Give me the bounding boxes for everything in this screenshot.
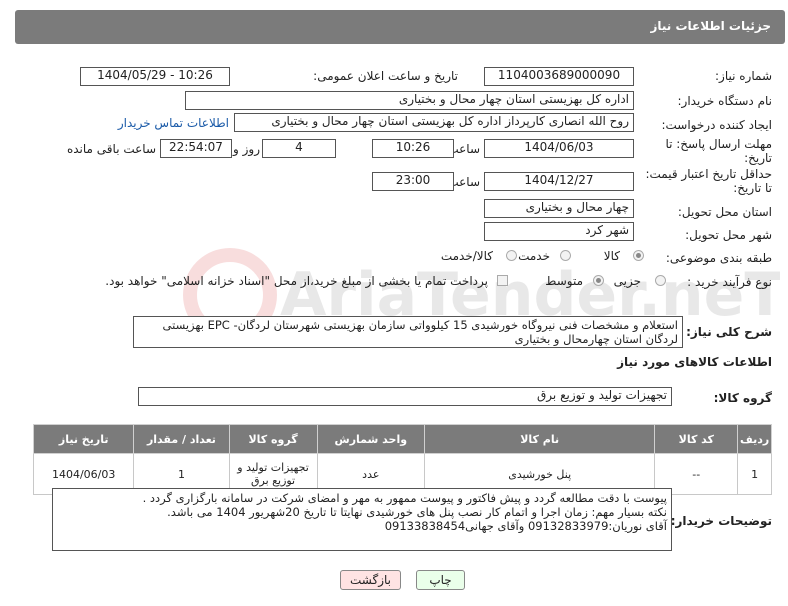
deadline-time-field: 10:26 — [372, 139, 454, 158]
process-minor-label: جزیی — [613, 274, 641, 288]
col-name-header: نام کالا — [424, 424, 656, 454]
days-count-field: 4 — [262, 139, 336, 158]
category-both-radio[interactable] — [506, 250, 517, 261]
goods-group-field: تجهیزات تولید و توزیع برق — [138, 387, 672, 406]
buyer-note-line: پیوست با دقت مطالعه گردد و پیش فاکتور و … — [142, 491, 667, 505]
province-label: استان محل تحویل: — [677, 205, 772, 219]
col-date-header: تاریخ نیاز — [32, 424, 135, 454]
col-unit-header: واحد شمارش — [316, 424, 426, 454]
process-medium-radio[interactable] — [593, 275, 604, 286]
deadline-label-date: تاریخ: — [744, 151, 772, 165]
back-button[interactable]: بازگشت — [340, 570, 401, 590]
price-valid-label-date: تا تاریخ: — [733, 181, 772, 195]
print-button[interactable]: چاپ — [416, 570, 465, 590]
items-table: ردیف کد کالا نام کالا واحد شمارش گروه کا… — [32, 424, 772, 495]
process-medium-label: متوسط — [545, 274, 583, 288]
payment-note: پرداخت تمام یا بخشی از مبلغ خرید،از محل … — [105, 274, 488, 288]
buyer-notes-label: توضیحات خریدار: — [670, 514, 772, 528]
announce-label: تاریخ و ساعت اعلان عمومی: — [313, 69, 458, 83]
goods-section-title: اطلاعات کالاهای مورد نیاز — [617, 355, 772, 369]
description-field: استعلام و مشخصات فنی نیروگاه خورشیدی 15 … — [133, 316, 683, 348]
price-valid-date-field: 1404/12/27 — [484, 172, 634, 191]
city-label: شهر محل تحویل: — [685, 228, 772, 242]
category-goods-label: کالا — [603, 249, 620, 263]
category-label: طبقه بندی موضوعی: — [665, 251, 772, 265]
city-field: شهر کرد — [484, 222, 634, 241]
description-label: شرح کلی نیاز: — [686, 325, 772, 339]
process-label: نوع فرآیند خرید : — [687, 275, 772, 289]
col-code-header: کد کالا — [654, 424, 739, 454]
remaining-label: ساعت باقی مانده — [66, 142, 156, 156]
days-label: روز و — [233, 142, 260, 156]
announce-field: 1404/05/29 - 10:26 — [80, 67, 230, 86]
remaining-time-field: 22:54:07 — [160, 139, 232, 158]
need-number-field: 1104003689000090 — [484, 67, 634, 86]
price-valid-label: حداقل تاریخ اعتبار قیمت: — [645, 167, 772, 181]
province-field: چهار محال و بختیاری — [484, 199, 634, 218]
category-both-label: کالا/خدمت — [440, 249, 493, 263]
page-title: جزئیات اطلاعات نیاز — [650, 19, 771, 33]
buyer-note-line: آقای نوریان:09132833979 وآقای جهانی09133… — [384, 519, 667, 533]
category-service-radio[interactable] — [560, 250, 571, 261]
requester-label: ایجاد کننده درخواست: — [661, 118, 772, 132]
col-qty-header: تعداد / مقدار — [133, 424, 230, 454]
deadline-date-field: 1404/06/03 — [484, 139, 634, 158]
goods-group-label: گروه کالا: — [713, 391, 772, 405]
payment-checkbox[interactable] — [497, 275, 508, 286]
contact-info-link[interactable]: اطلاعات تماس خریدار — [118, 116, 229, 130]
cell-row: 1 — [737, 453, 772, 495]
col-row-header: ردیف — [737, 424, 772, 454]
requester-field: روح الله انصاری کارپرداز اداره کل بهزیست… — [234, 113, 634, 132]
buyer-org-field: اداره کل بهزیستی استان چهار محال و بختیا… — [185, 91, 634, 110]
deadline-label: مهلت ارسال پاسخ: تا — [665, 137, 772, 151]
page-header: جزئیات اطلاعات نیاز — [15, 10, 785, 44]
category-service-label: خدمت — [518, 249, 550, 263]
category-goods-radio[interactable] — [633, 250, 644, 261]
buyer-notes-field: پیوست با دقت مطالعه گردد و پیش فاکتور و … — [52, 488, 672, 551]
price-valid-time-field: 23:00 — [372, 172, 454, 191]
process-minor-radio[interactable] — [655, 275, 666, 286]
table-header-row: ردیف کد کالا نام کالا واحد شمارش گروه کا… — [32, 424, 772, 454]
buyer-note-line: نکته بسیار مهم: زمان اجرا و اتمام کار نص… — [167, 505, 667, 519]
need-number-label: شماره نیاز: — [715, 69, 772, 83]
buyer-org-label: نام دستگاه خریدار: — [677, 94, 773, 108]
col-group-header: گروه کالا — [228, 424, 318, 454]
